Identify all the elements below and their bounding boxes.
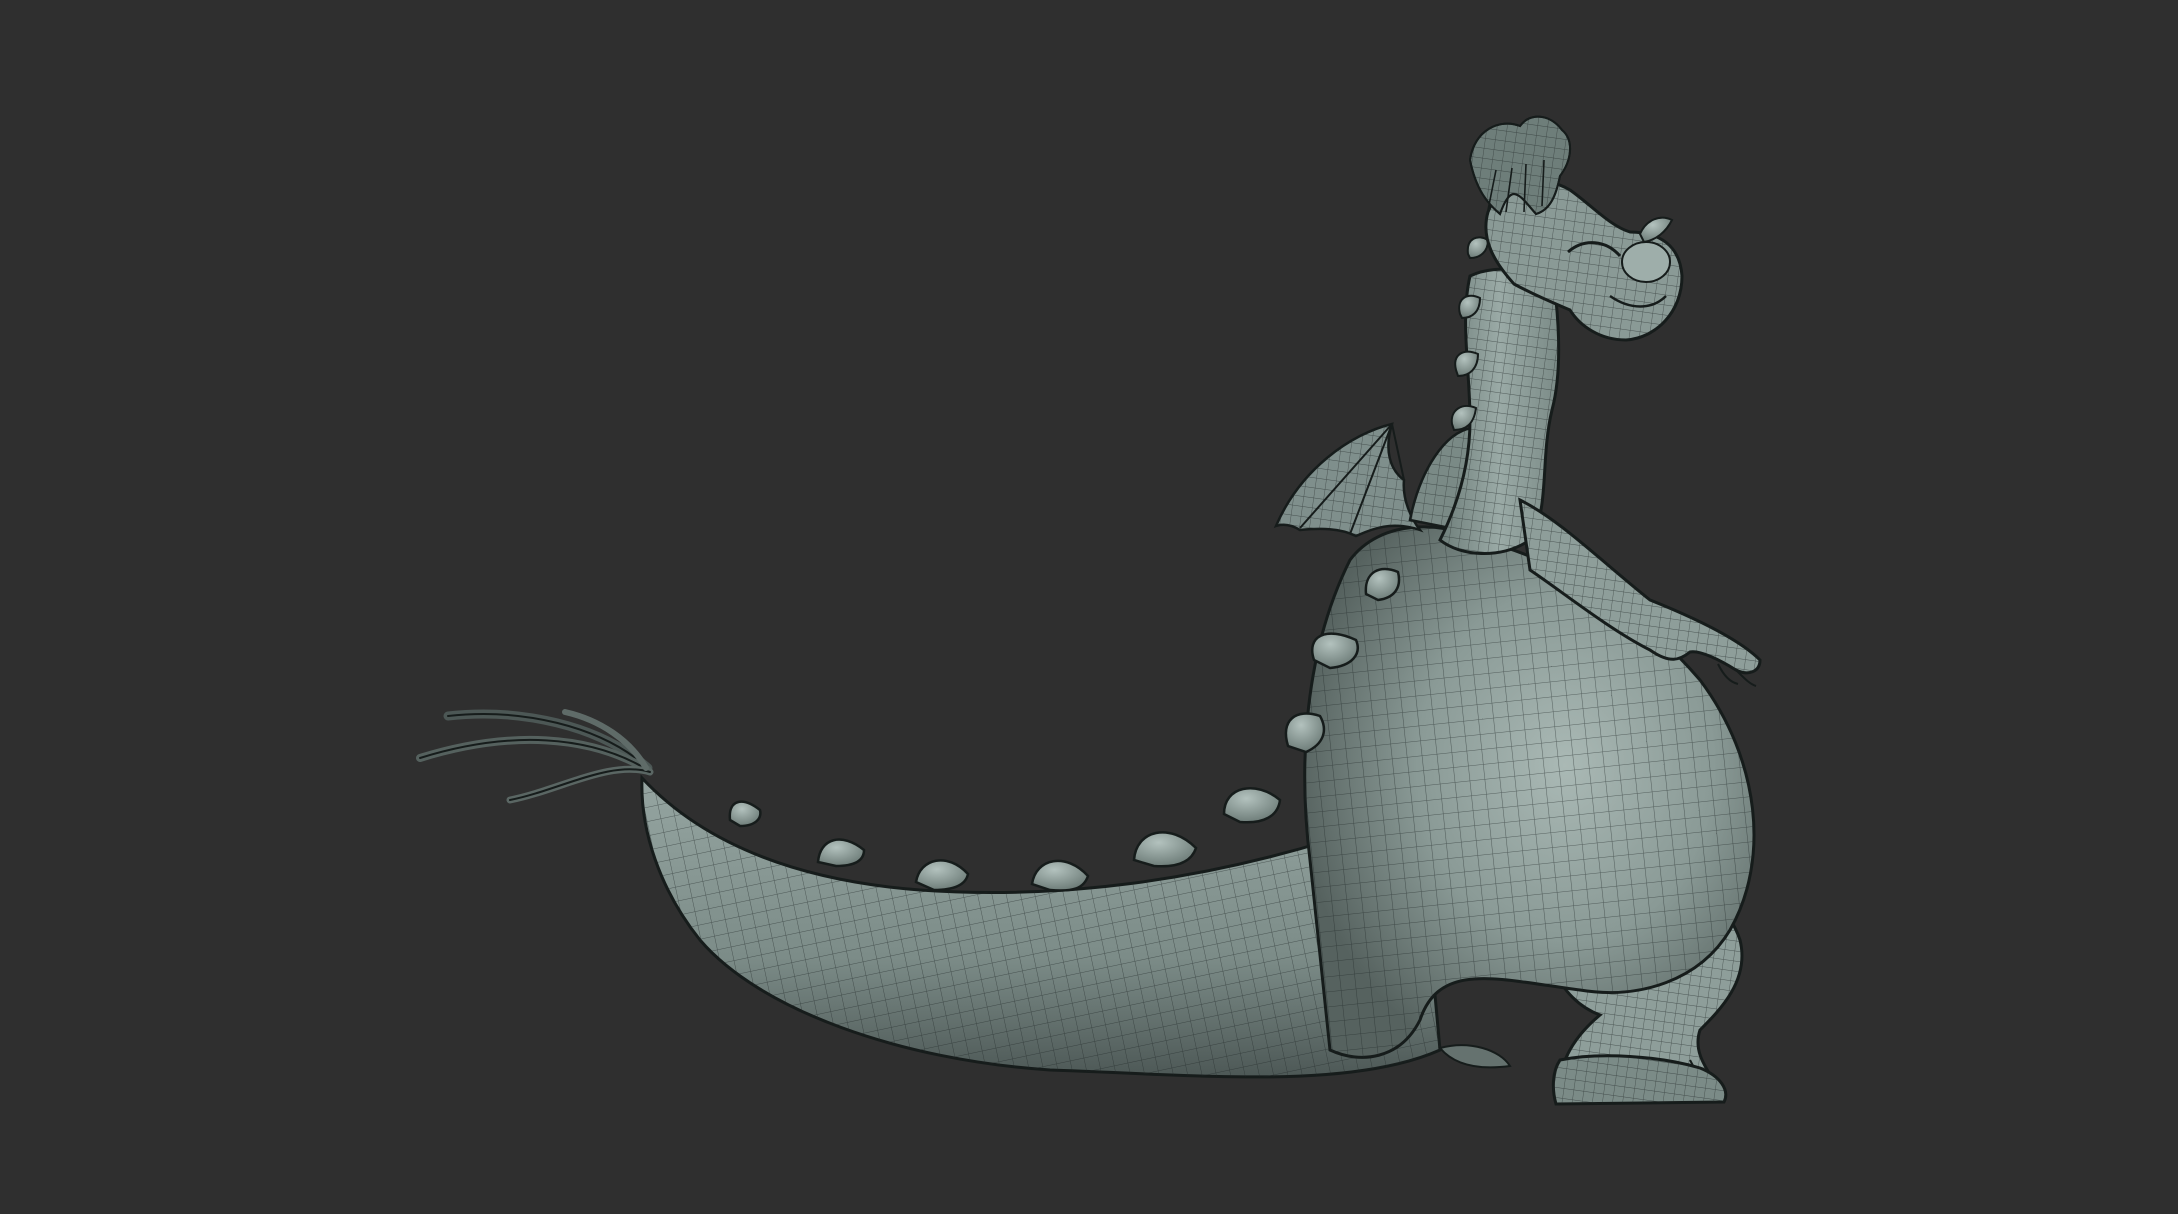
- 3d-viewport[interactable]: [0, 0, 2178, 1214]
- dragon-model: [416, 115, 1762, 1106]
- tail-tuft: [416, 709, 654, 804]
- rear-toe: [1438, 1044, 1512, 1069]
